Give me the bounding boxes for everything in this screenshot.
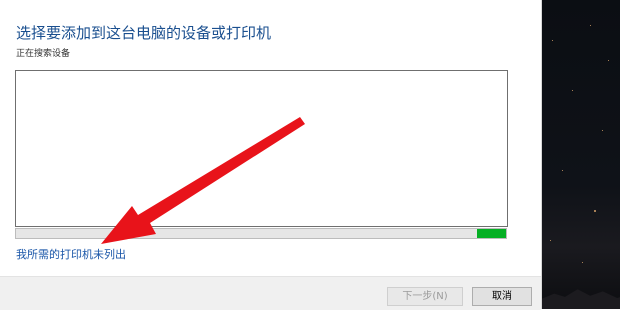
printer-not-listed-link[interactable]: 我所需的打印机未列出 xyxy=(16,246,126,262)
dialog-footer: 下一步(N) 取消 xyxy=(0,276,541,310)
desktop-background xyxy=(542,0,620,309)
dialog-title: 选择要添加到这台电脑的设备或打印机 xyxy=(16,24,272,42)
mountain-silhouette xyxy=(542,289,620,309)
search-progress-bar xyxy=(15,228,507,239)
add-device-dialog: 选择要添加到这台电脑的设备或打印机 正在搜索设备 我所需的打印机未列出 下一步(… xyxy=(0,0,542,310)
cancel-button[interactable]: 取消 xyxy=(472,287,532,306)
device-list[interactable] xyxy=(15,70,508,227)
next-button[interactable]: 下一步(N) xyxy=(387,287,463,306)
progress-fill xyxy=(476,229,506,238)
search-status-text: 正在搜索设备 xyxy=(16,49,71,59)
